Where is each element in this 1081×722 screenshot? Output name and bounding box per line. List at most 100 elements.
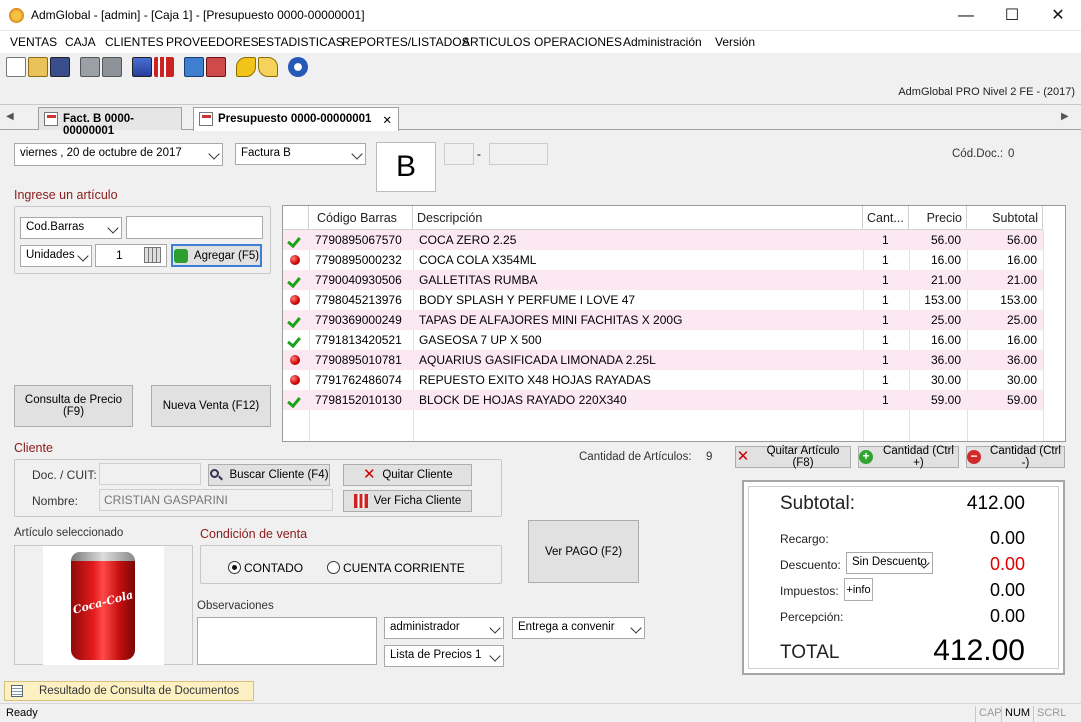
- cell-code: 7790895000232: [315, 253, 402, 267]
- date-picker[interactable]: viernes , 20 de octubre de 2017: [14, 143, 223, 166]
- close-button[interactable]: ✕: [1035, 0, 1081, 31]
- table-row[interactable]: 7790895067570 COCA ZERO 2.25 1 56.00 56.00: [283, 230, 1043, 250]
- remove-article-button[interactable]: ✕ Quitar Artículo (F8): [735, 445, 851, 469]
- tab-presupuesto[interactable]: Presupuesto 0000-00000001 ✕: [193, 107, 399, 131]
- new-sale-button[interactable]: Nueva Venta (F12): [151, 385, 271, 427]
- table-row[interactable]: 7790895010781 AQUARIUS GASIFICADA LIMONAD…: [283, 350, 1043, 370]
- user-icon[interactable]: [132, 57, 152, 77]
- menu-caja[interactable]: CAJA: [65, 35, 96, 49]
- menu-version[interactable]: Versión: [715, 35, 755, 49]
- menu-administracion[interactable]: Administración: [623, 35, 702, 49]
- table-row[interactable]: 7790895000232 COCA COLA X354ML 1 16.00 16.00: [283, 250, 1043, 270]
- banner-bar: AdmGlobal PRO Nivel 2 FE - (2017): [0, 81, 1081, 103]
- cell-qty: 1: [882, 353, 889, 367]
- qty-plus-label: Cantidad (Ctrl +): [883, 445, 954, 469]
- view-payment-button[interactable]: Ver PAGO (F2): [528, 520, 639, 583]
- menu-proveedores[interactable]: PROVEEDORES: [166, 35, 259, 49]
- seller-select[interactable]: administrador: [384, 617, 504, 639]
- articles-grid[interactable]: Código Barras Descripción Cant... Precio…: [282, 205, 1066, 442]
- article-count-value: 9: [706, 451, 713, 463]
- help-icon[interactable]: [288, 57, 308, 77]
- invoice-type-value: Factura B: [241, 147, 291, 159]
- article-count-label: Cantidad de Artículos:: [579, 451, 692, 463]
- save-icon[interactable]: [50, 57, 70, 77]
- print-preview-icon[interactable]: [102, 57, 122, 77]
- calculator-icon[interactable]: [144, 247, 161, 263]
- table-row[interactable]: 7791762486074 REPUESTO EXITO X48 HOJAS RA…: [283, 370, 1043, 390]
- remove-client-button[interactable]: ✕ Quitar Cliente: [343, 464, 472, 486]
- grid-header-description[interactable]: Descripción: [413, 206, 863, 230]
- minimize-button[interactable]: —: [943, 0, 989, 31]
- invoice-type-select[interactable]: Factura B: [235, 143, 366, 165]
- price-query-button[interactable]: Consulta de Precio (F9): [14, 385, 133, 427]
- radio-contado[interactable]: CONTADO: [228, 561, 303, 575]
- num-indicator: NUM: [1001, 706, 1033, 722]
- remove-x-icon: ✕: [736, 448, 750, 465]
- search-client-button[interactable]: Buscar Cliente (F4): [208, 464, 330, 486]
- cell-subtotal: 21.00: [1006, 273, 1037, 287]
- qty-plus-button[interactable]: + Cantidad (Ctrl +): [858, 445, 959, 469]
- search-type-select[interactable]: Cod.Barras: [20, 217, 122, 239]
- chart-icon[interactable]: [154, 57, 174, 77]
- calendar2-icon[interactable]: [206, 57, 226, 77]
- menu-reportes[interactable]: REPORTES/LISTADOS: [342, 35, 470, 49]
- ok-check-icon: [289, 331, 301, 345]
- unit-type-select[interactable]: Unidades: [20, 245, 92, 267]
- key2-icon[interactable]: [258, 57, 278, 77]
- add-article-button[interactable]: Agregar (F5): [171, 244, 262, 267]
- radio-selected-icon: [228, 561, 241, 574]
- open-icon[interactable]: [28, 57, 48, 77]
- point-of-sale-field: [444, 143, 474, 165]
- grid-header-qty[interactable]: Cant...: [863, 206, 909, 230]
- menu-ventas[interactable]: VENTAS: [10, 35, 57, 49]
- menu-articulos[interactable]: ARTICULOS: [462, 35, 530, 49]
- cod-doc-value: 0: [1008, 148, 1015, 160]
- print-icon[interactable]: [80, 57, 100, 77]
- client-name-field: CRISTIAN GASPARINI: [99, 489, 333, 511]
- table-row[interactable]: 7791813420521 GASEOSA 7 UP X 500 1 16.00 16.…: [283, 330, 1043, 350]
- ok-check-icon: [289, 231, 301, 245]
- table-row[interactable]: 7798045213976 BODY SPLASH Y PERFUME I LOV…: [283, 290, 1043, 310]
- search-type-value: Cod.Barras: [26, 221, 85, 233]
- grid-header-subtotal[interactable]: Subtotal: [967, 206, 1043, 230]
- cell-price: 153.00: [924, 293, 961, 307]
- qty-minus-button[interactable]: − Cantidad (Ctrl -): [966, 445, 1065, 469]
- menu-operaciones[interactable]: OPERACIONES: [534, 35, 622, 49]
- client-card-button[interactable]: Ver Ficha Cliente: [343, 490, 472, 512]
- total-value: 412.00: [933, 634, 1025, 667]
- doc-input[interactable]: [99, 463, 201, 485]
- quantity-input[interactable]: 1: [95, 244, 167, 267]
- discount-select[interactable]: Sin Descuento: [846, 552, 933, 574]
- delivery-select[interactable]: Entrega a convenir: [512, 617, 645, 639]
- grid-header-price[interactable]: Precio: [909, 206, 967, 230]
- radio-cuenta-corriente[interactable]: CUENTA CORRIENTE: [327, 561, 465, 575]
- perception-value: 0.00: [989, 606, 1025, 626]
- table-row[interactable]: 7798152010130 BLOCK DE HOJAS RAYADO 220X3…: [283, 390, 1043, 410]
- tab-scroll-right-icon[interactable]: ▶: [1061, 111, 1069, 122]
- observations-textarea[interactable]: [197, 617, 377, 665]
- tab-scroll-left-icon[interactable]: ◀: [6, 111, 14, 122]
- tab-close-icon[interactable]: ✕: [382, 113, 392, 127]
- docs-result-tab[interactable]: Resultado de Consulta de Documentos: [4, 681, 254, 701]
- cell-qty: 1: [882, 333, 889, 347]
- client-title: Cliente: [14, 441, 53, 455]
- calendar-icon[interactable]: [184, 57, 204, 77]
- new-icon[interactable]: [6, 57, 26, 77]
- cell-subtotal: 59.00: [1006, 393, 1037, 407]
- cell-code: 7790369000249: [315, 313, 402, 327]
- doc-label: Doc. / CUIT:: [32, 468, 97, 482]
- taxes-info-button[interactable]: +info: [844, 578, 873, 601]
- cell-price: 56.00: [930, 233, 961, 247]
- menu-estadisticas[interactable]: ESTADISTICAS: [258, 35, 344, 49]
- maximize-button[interactable]: ☐: [989, 0, 1035, 31]
- price-list-select[interactable]: Lista de Precios 1: [384, 645, 504, 667]
- grid-header-code[interactable]: Código Barras: [309, 206, 413, 230]
- table-row[interactable]: 7790369000249 TAPAS DE ALFAJORES MINI FAC…: [283, 310, 1043, 330]
- key-icon[interactable]: [236, 57, 256, 77]
- table-row[interactable]: 7790040930506 GALLETITAS RUMBA 1 21.00 21.00: [283, 270, 1043, 290]
- barcode-input[interactable]: [126, 216, 263, 239]
- menu-clientes[interactable]: CLIENTES: [105, 35, 164, 49]
- cell-subtotal: 36.00: [1006, 353, 1037, 367]
- tab-factura[interactable]: Fact. B 0000-00000001: [38, 107, 182, 137]
- product-banner: AdmGlobal PRO Nivel 2 FE - (2017): [898, 86, 1075, 98]
